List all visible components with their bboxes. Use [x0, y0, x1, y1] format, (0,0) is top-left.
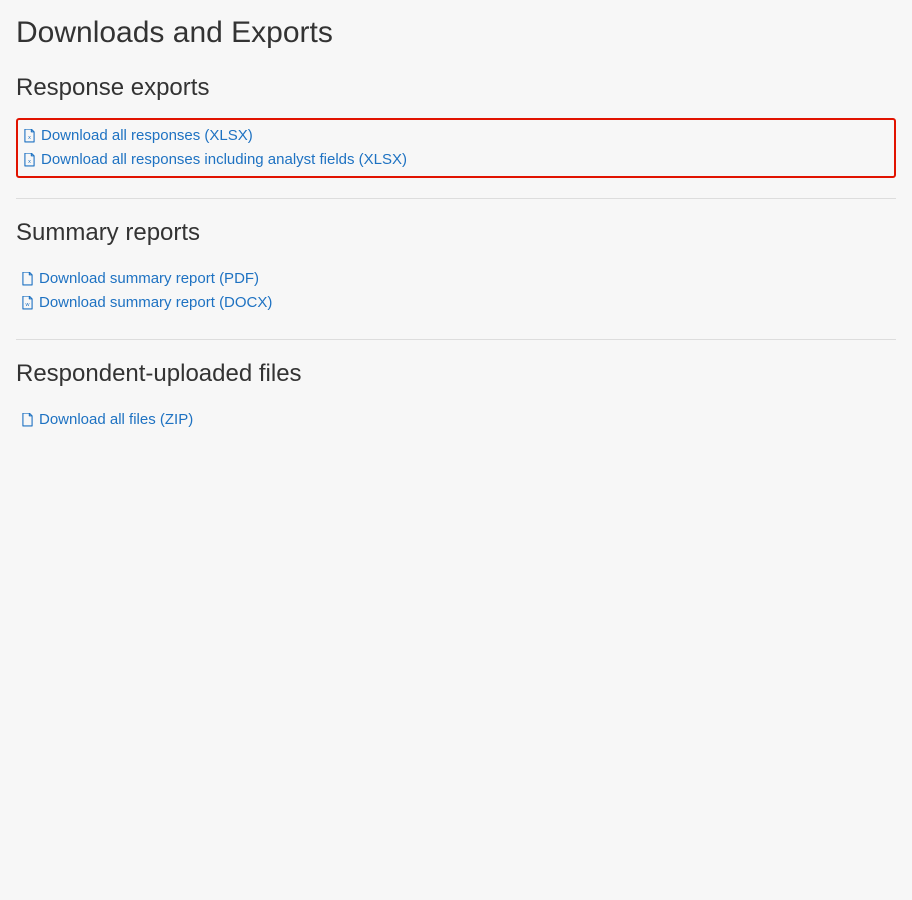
- file-excel-icon: x: [24, 153, 35, 167]
- svg-text:x: x: [28, 135, 31, 141]
- download-summary-docx-link[interactable]: w Download summary report (DOCX): [22, 291, 272, 315]
- file-archive-icon: [22, 413, 33, 427]
- file-pdf-icon: [22, 272, 33, 286]
- list-item: Download summary report (PDF): [22, 267, 890, 291]
- link-label: Download all responses (XLSX): [41, 124, 253, 148]
- section-summary-reports: Summary reports Download summary report …: [16, 219, 896, 339]
- list-item: x Download all responses (XLSX): [24, 124, 888, 148]
- respondent-files-links: Download all files (ZIP): [16, 404, 896, 436]
- download-all-files-zip-link[interactable]: Download all files (ZIP): [22, 408, 193, 432]
- svg-text:x: x: [28, 159, 31, 165]
- svg-text:w: w: [25, 302, 30, 308]
- list-item: x Download all responses including analy…: [24, 148, 888, 172]
- link-label: Download all responses including analyst…: [41, 148, 407, 172]
- section-heading-summary-reports: Summary reports: [16, 219, 896, 247]
- page-title: Downloads and Exports: [16, 16, 896, 50]
- section-divider: [16, 198, 896, 199]
- section-response-exports: Response exports x Download all response…: [16, 74, 896, 198]
- download-all-responses-analyst-xlsx-link[interactable]: x Download all responses including analy…: [24, 148, 407, 172]
- file-excel-icon: x: [24, 129, 35, 143]
- download-all-responses-xlsx-link[interactable]: x Download all responses (XLSX): [24, 124, 253, 148]
- response-exports-highlight-box: x Download all responses (XLSX) x Downlo…: [16, 118, 896, 178]
- section-heading-respondent-files: Respondent-uploaded files: [16, 360, 896, 388]
- summary-reports-links: Download summary report (PDF) w Download…: [16, 263, 896, 319]
- file-word-icon: w: [22, 296, 33, 310]
- section-respondent-files: Respondent-uploaded files Download all f…: [16, 360, 896, 456]
- list-item: Download all files (ZIP): [22, 408, 890, 432]
- link-label: Download summary report (DOCX): [39, 291, 272, 315]
- list-item: w Download summary report (DOCX): [22, 291, 890, 315]
- link-label: Download all files (ZIP): [39, 408, 193, 432]
- section-heading-response-exports: Response exports: [16, 74, 896, 102]
- link-label: Download summary report (PDF): [39, 267, 259, 291]
- section-divider: [16, 339, 896, 340]
- download-summary-pdf-link[interactable]: Download summary report (PDF): [22, 267, 259, 291]
